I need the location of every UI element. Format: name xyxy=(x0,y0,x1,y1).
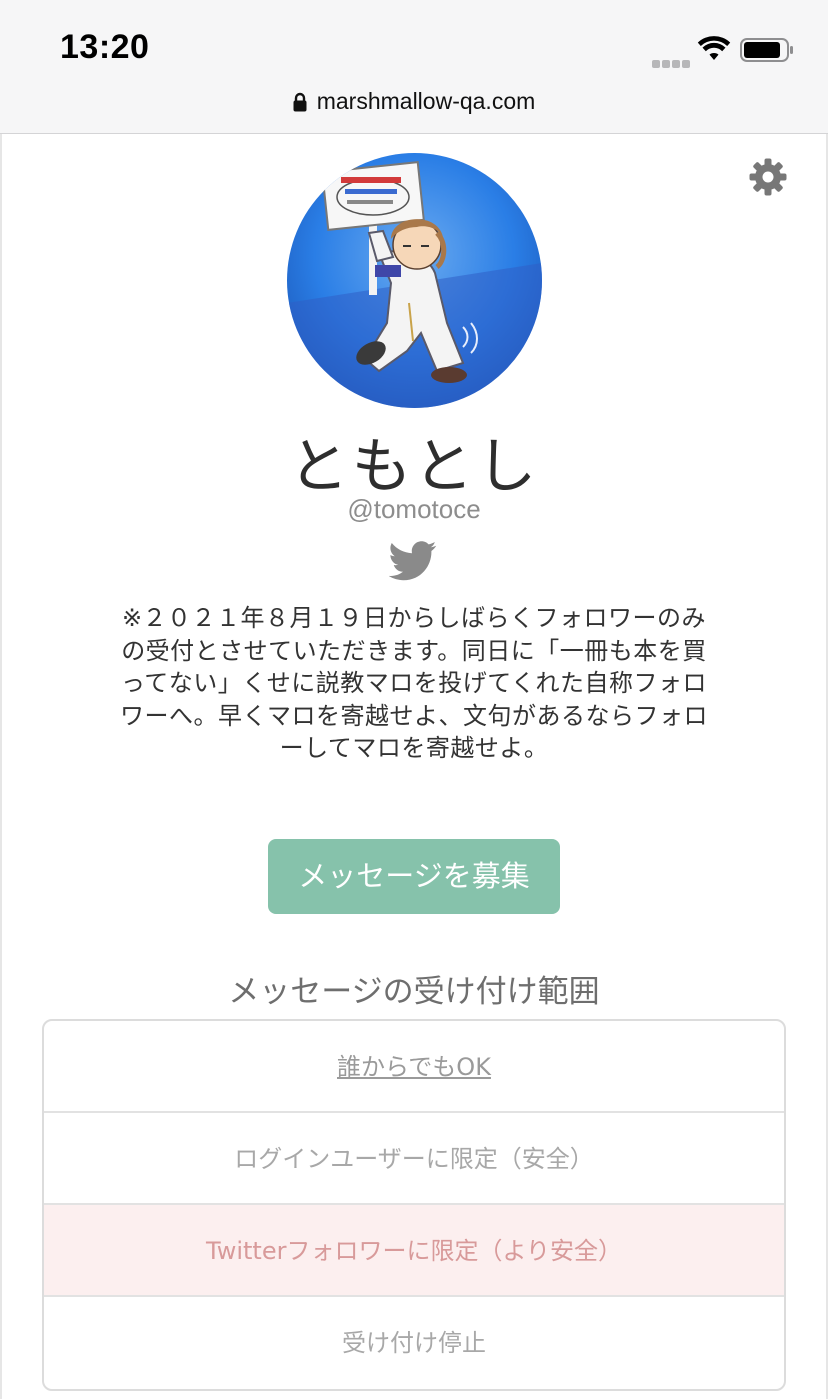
address-bar[interactable]: marshmallow-qa.com xyxy=(0,88,828,118)
page-border-left xyxy=(0,134,2,1399)
acceptance-range-title: メッセージの受け付け範囲 xyxy=(228,974,600,1010)
address-url: marshmallow-qa.com xyxy=(316,88,536,114)
profile-handle[interactable]: @tomotoce xyxy=(0,494,828,525)
option-anyone[interactable]: 誰からでもOK xyxy=(44,1021,784,1113)
twitter-bird-icon[interactable] xyxy=(388,541,437,585)
profile-bio: ※２０２１年８月１９日からしばらくフォロワーのみの受付とさせていただきます。同日… xyxy=(120,604,708,762)
option-twitter-followers[interactable]: Twitterフォロワーに限定（より安全） xyxy=(44,1205,784,1297)
request-messages-button[interactable]: メッセージを募集 xyxy=(268,839,560,914)
status-time: 13:20 xyxy=(60,28,150,66)
acceptance-range-options: 誰からでもOK ログインユーザーに限定（安全） Twitterフォロワーに限定（… xyxy=(42,1019,786,1391)
avatar xyxy=(287,153,542,408)
profile-name: ともとし xyxy=(288,432,540,502)
battery-icon xyxy=(740,38,794,66)
lock-icon xyxy=(293,91,307,118)
cellular-signal-icon xyxy=(652,53,692,72)
gear-icon[interactable] xyxy=(749,158,787,200)
browser-status-bar: 13:20 marshmallow-qa.com xyxy=(0,0,828,134)
option-logged-in-users[interactable]: ログインユーザーに限定（安全） xyxy=(44,1113,784,1205)
option-stop-accepting[interactable]: 受け付け停止 xyxy=(44,1297,784,1389)
wifi-icon xyxy=(697,36,731,66)
